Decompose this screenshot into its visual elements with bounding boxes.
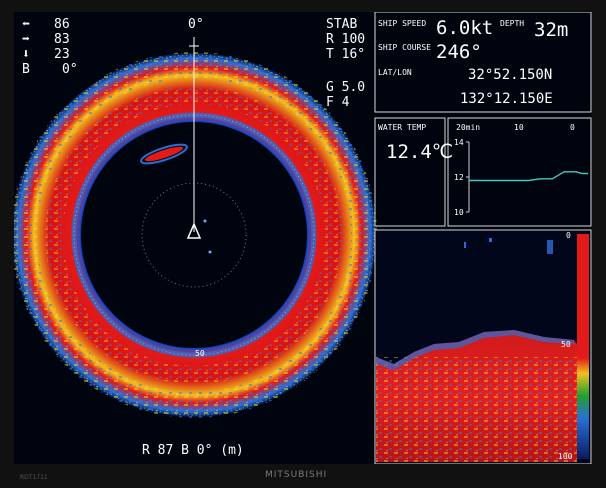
ship-speed-value: 6.0kt [436,17,494,39]
readout-value-1: 86 [54,17,70,32]
brand-logo: MITSUBISHI [265,470,328,480]
bottom-status: R 87 B 0° (m) [142,443,244,458]
heading-marker: 0° [188,17,204,32]
water-temp-value: 12.4℃ [386,141,454,163]
echo-depth-100: 100 [558,452,573,461]
model-label: RDT1711 [20,474,48,481]
water-temp-panel [374,117,446,227]
depth-value: 32m [534,19,569,41]
bearing-value: 0° [62,62,78,77]
sonar-circle [14,37,377,418]
readout-value-2: 83 [54,32,70,47]
range-readout: R 100 [326,32,366,47]
echogram-panel [374,229,592,464]
graph-time-label-0: 0 [570,123,575,132]
graph-time-label-20min: 20min [456,123,481,132]
graph-y-label-14: 14 [454,138,464,147]
echo-color-scale [577,234,589,459]
arrow-right-icon: ➡ [22,32,30,47]
range-ring-label: 50 [195,349,205,358]
depth-label: DEPTH [500,19,525,28]
temp-series-line [469,171,588,182]
arrow-left-icon: ⬅ [22,17,30,32]
graph-y-label-10: 10 [454,208,464,217]
bearing-label: B [22,62,30,77]
arrow-down-icon: ⬇ [22,47,30,62]
lon-value: 132°12.150E [460,91,553,107]
graph-y-label-12: 12 [454,173,464,182]
filter-readout: F 4 [326,95,350,110]
ship-course-label: SHIP COURSE [378,43,431,52]
stab-label: STAB [326,17,358,32]
readout-value-3: 23 [54,47,70,62]
echo-depth-50: 50 [561,340,571,349]
tilt-readout: T 16° [326,47,366,62]
echo-depth-0: 0 [566,231,571,240]
latlon-label: LAT/LON [378,68,412,77]
temp-graph [466,141,588,213]
gain-readout: G 5.0 [326,80,366,95]
lat-value: 32°52.150N [468,67,553,83]
graph-time-label-10: 10 [514,123,524,132]
water-temp-label: WATER TEMP [378,123,427,132]
fish-finder-screen: ⬅ 86 ➡ 83 ⬇ 23 B 0° STAB R 100 T 16° G 5… [14,12,592,464]
ship-speed-label: SHIP SPEED [378,19,427,28]
ship-course-value: 246° [436,41,482,63]
